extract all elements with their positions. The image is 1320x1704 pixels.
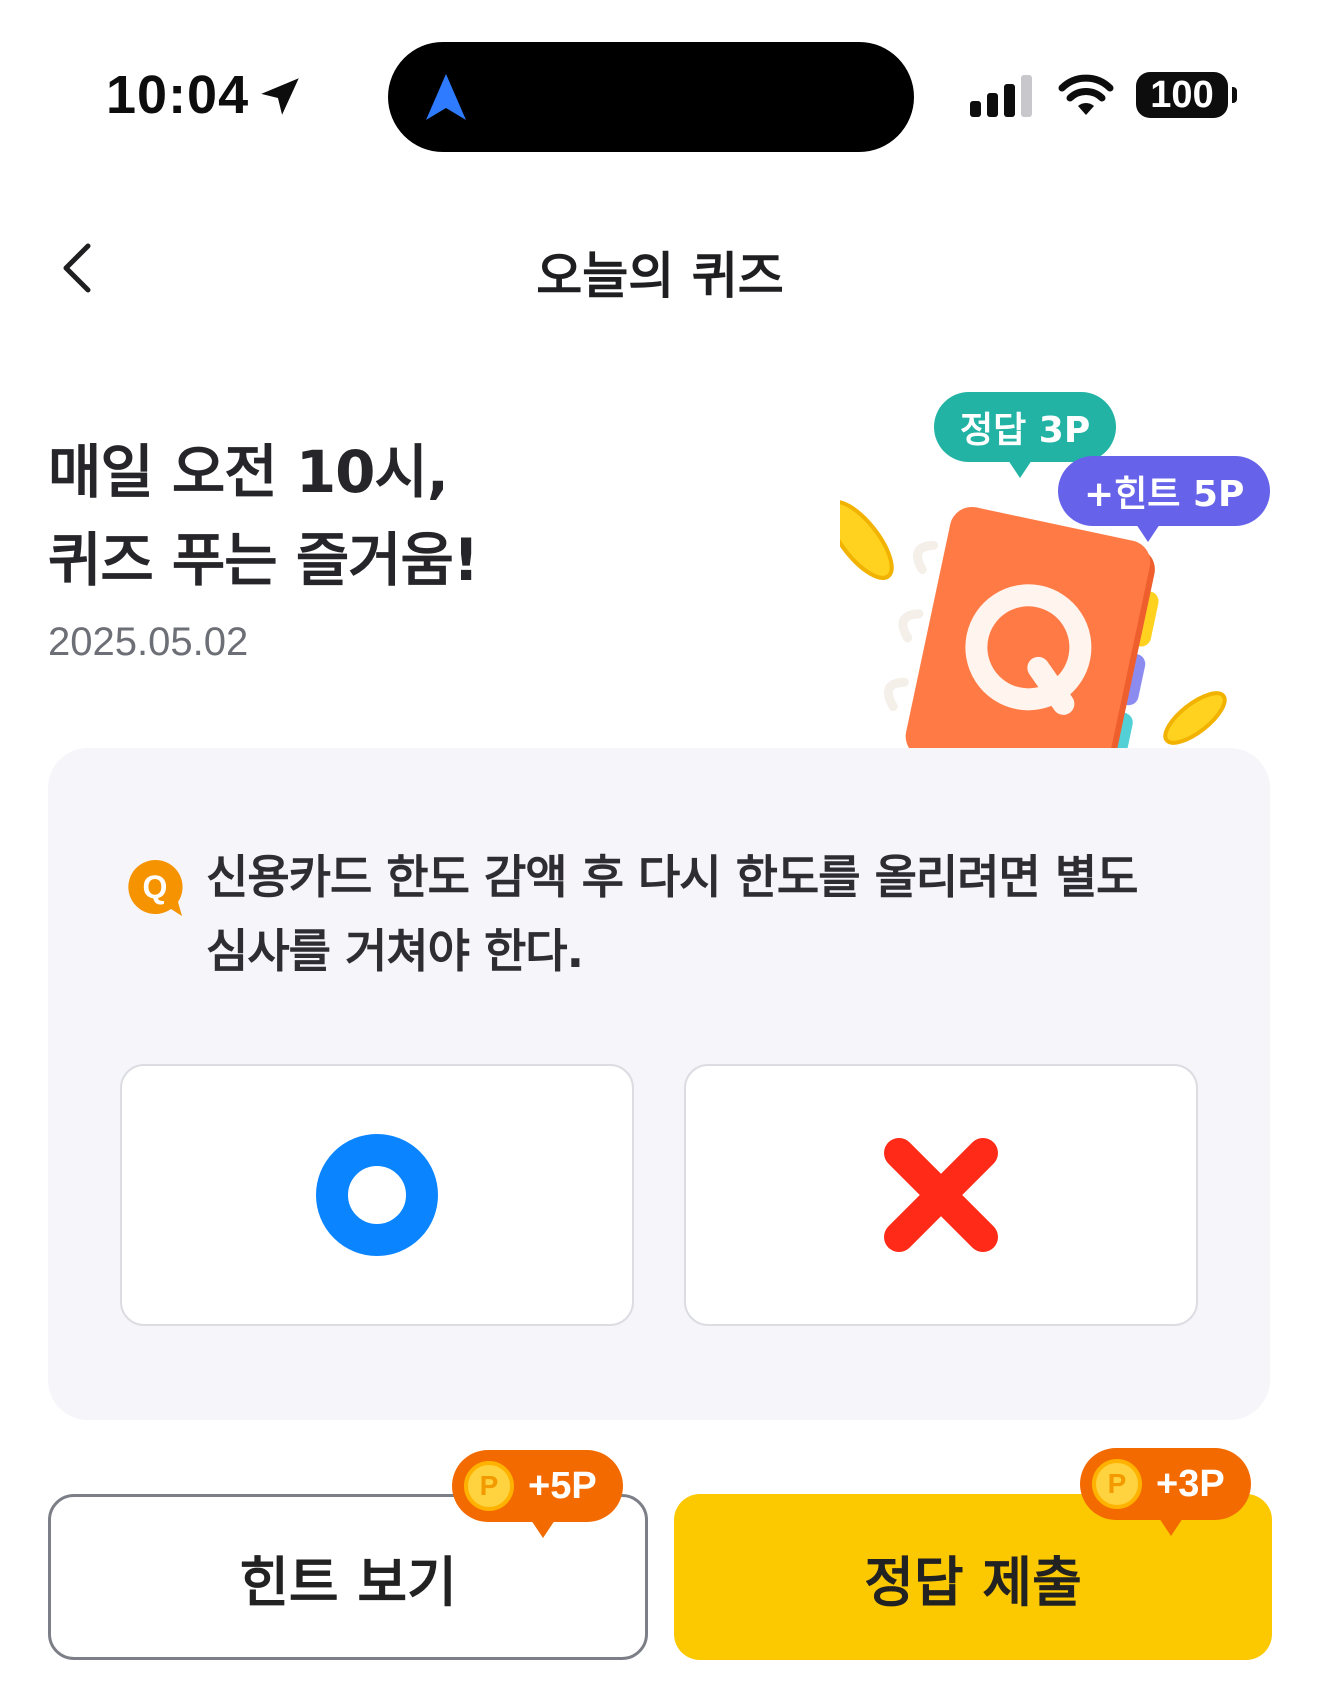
answer-x-button[interactable] [684,1064,1198,1326]
quiz-screen: 10:04 100 오늘의 퀴즈 매일 오전 10시, 퀴즈 푸는 즐거움! 2… [0,0,1320,1704]
hint-reward-badge: P +5P [452,1450,623,1538]
answer-o-button[interactable] [120,1064,634,1326]
question-line2: 심사를 거쳐야 한다. [206,924,584,978]
battery-indicator: 100 [1136,72,1237,118]
status-indicators: 100 [970,72,1237,118]
submit-reward-points: +3P [1156,1462,1225,1505]
question-line1: 신용카드 한도 감액 후 다시 한도를 올리려면 별도 [206,850,1139,904]
submit-answer-label: 정답 제출 [864,1550,1082,1614]
navigation-icon [426,74,466,120]
dynamic-island [388,42,914,152]
question-marker-label: Q [143,869,168,905]
hero-title: 매일 오전 10시, 퀴즈 푸는 즐거움! [48,428,479,604]
wifi-icon [1058,74,1114,115]
hero-title-line2: 퀴즈 푸는 즐거움! [48,526,479,594]
battery-level: 100 [1150,73,1214,116]
point-coin-icon: P [1092,1459,1142,1509]
question-marker-icon: Q [128,859,183,916]
page-title: 오늘의 퀴즈 [536,247,784,305]
submit-reward-badge: P +3P [1080,1448,1251,1536]
cross-x-icon [884,1138,998,1252]
quiz-date: 2025.05.02 [48,620,249,664]
cellular-signal-icon [970,75,1032,117]
hint-reward-points: +5P [528,1464,597,1507]
status-time: 10:04 [106,64,305,126]
show-hint-label: 힌트 보기 [239,1550,457,1614]
question-text: 신용카드 한도 감액 후 다시 한도를 올리려면 별도 심사를 거쳐야 한다. [206,840,1216,988]
clock: 10:04 [106,65,250,125]
hint-points-badge: +힌트 5P [1058,456,1271,542]
answer-points-badge: 정답 3P [934,392,1117,478]
hero-title-line1: 매일 오전 10시, [48,438,449,506]
circle-o-icon [316,1134,438,1256]
location-arrow-icon [261,78,299,115]
point-coin-icon: P [464,1461,514,1511]
